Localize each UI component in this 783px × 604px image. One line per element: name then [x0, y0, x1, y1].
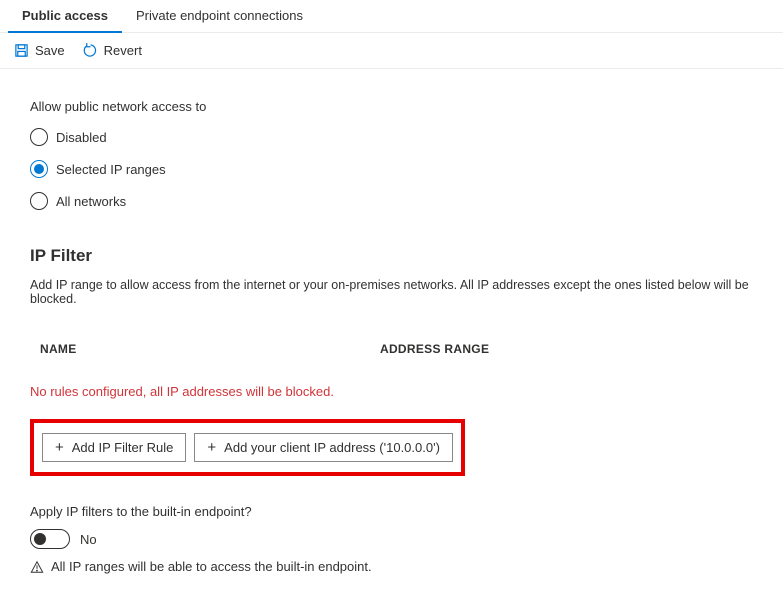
tab-public-access[interactable]: Public access: [8, 0, 122, 33]
radio-label: Disabled: [56, 130, 107, 145]
save-label: Save: [35, 43, 65, 58]
highlight-box: + Add IP Filter Rule + Add your client I…: [30, 419, 465, 476]
plus-icon: +: [207, 439, 216, 456]
toggle-value: No: [80, 532, 97, 547]
plus-icon: +: [55, 439, 64, 456]
revert-label: Revert: [104, 43, 142, 58]
column-address-range: ADDRESS RANGE: [380, 342, 753, 356]
builtin-endpoint-label: Apply IP filters to the built-in endpoin…: [30, 504, 753, 519]
ip-filter-description: Add IP range to allow access from the in…: [30, 278, 753, 306]
radio-disabled[interactable]: Disabled: [30, 128, 753, 146]
add-client-ip-button[interactable]: + Add your client IP address ('10.0.0.0'…: [194, 433, 453, 462]
column-name: NAME: [40, 342, 380, 356]
ip-filter-title: IP Filter: [30, 246, 753, 266]
radio-label: Selected IP ranges: [56, 162, 166, 177]
content-area: Allow public network access to Disabled …: [0, 69, 783, 604]
radio-icon: [30, 128, 48, 146]
tab-private-endpoint[interactable]: Private endpoint connections: [122, 0, 317, 32]
save-button[interactable]: Save: [14, 43, 65, 58]
empty-rules-message: No rules configured, all IP addresses wi…: [30, 384, 753, 399]
radio-selected-ip[interactable]: Selected IP ranges: [30, 160, 753, 178]
warning-icon: [30, 560, 44, 574]
table-headers: NAME ADDRESS RANGE: [30, 342, 753, 356]
radio-label: All networks: [56, 194, 126, 209]
add-ip-filter-rule-button[interactable]: + Add IP Filter Rule: [42, 433, 186, 462]
access-label: Allow public network access to: [30, 99, 753, 114]
radio-all-networks[interactable]: All networks: [30, 192, 753, 210]
toggle-knob: [34, 533, 46, 545]
access-radio-group: Disabled Selected IP ranges All networks: [30, 128, 753, 210]
revert-button[interactable]: Revert: [83, 43, 142, 58]
toolbar: Save Revert: [0, 33, 783, 69]
add-rule-label: Add IP Filter Rule: [72, 440, 174, 455]
builtin-warning: All IP ranges will be able to access the…: [30, 559, 753, 574]
warning-text: All IP ranges will be able to access the…: [51, 559, 372, 574]
tabs-bar: Public access Private endpoint connectio…: [0, 0, 783, 33]
radio-icon: [30, 160, 48, 178]
revert-icon: [83, 43, 98, 58]
builtin-endpoint-toggle[interactable]: [30, 529, 70, 549]
radio-icon: [30, 192, 48, 210]
add-client-ip-label: Add your client IP address ('10.0.0.0'): [224, 440, 440, 455]
save-icon: [14, 43, 29, 58]
builtin-toggle-row: No: [30, 529, 753, 549]
